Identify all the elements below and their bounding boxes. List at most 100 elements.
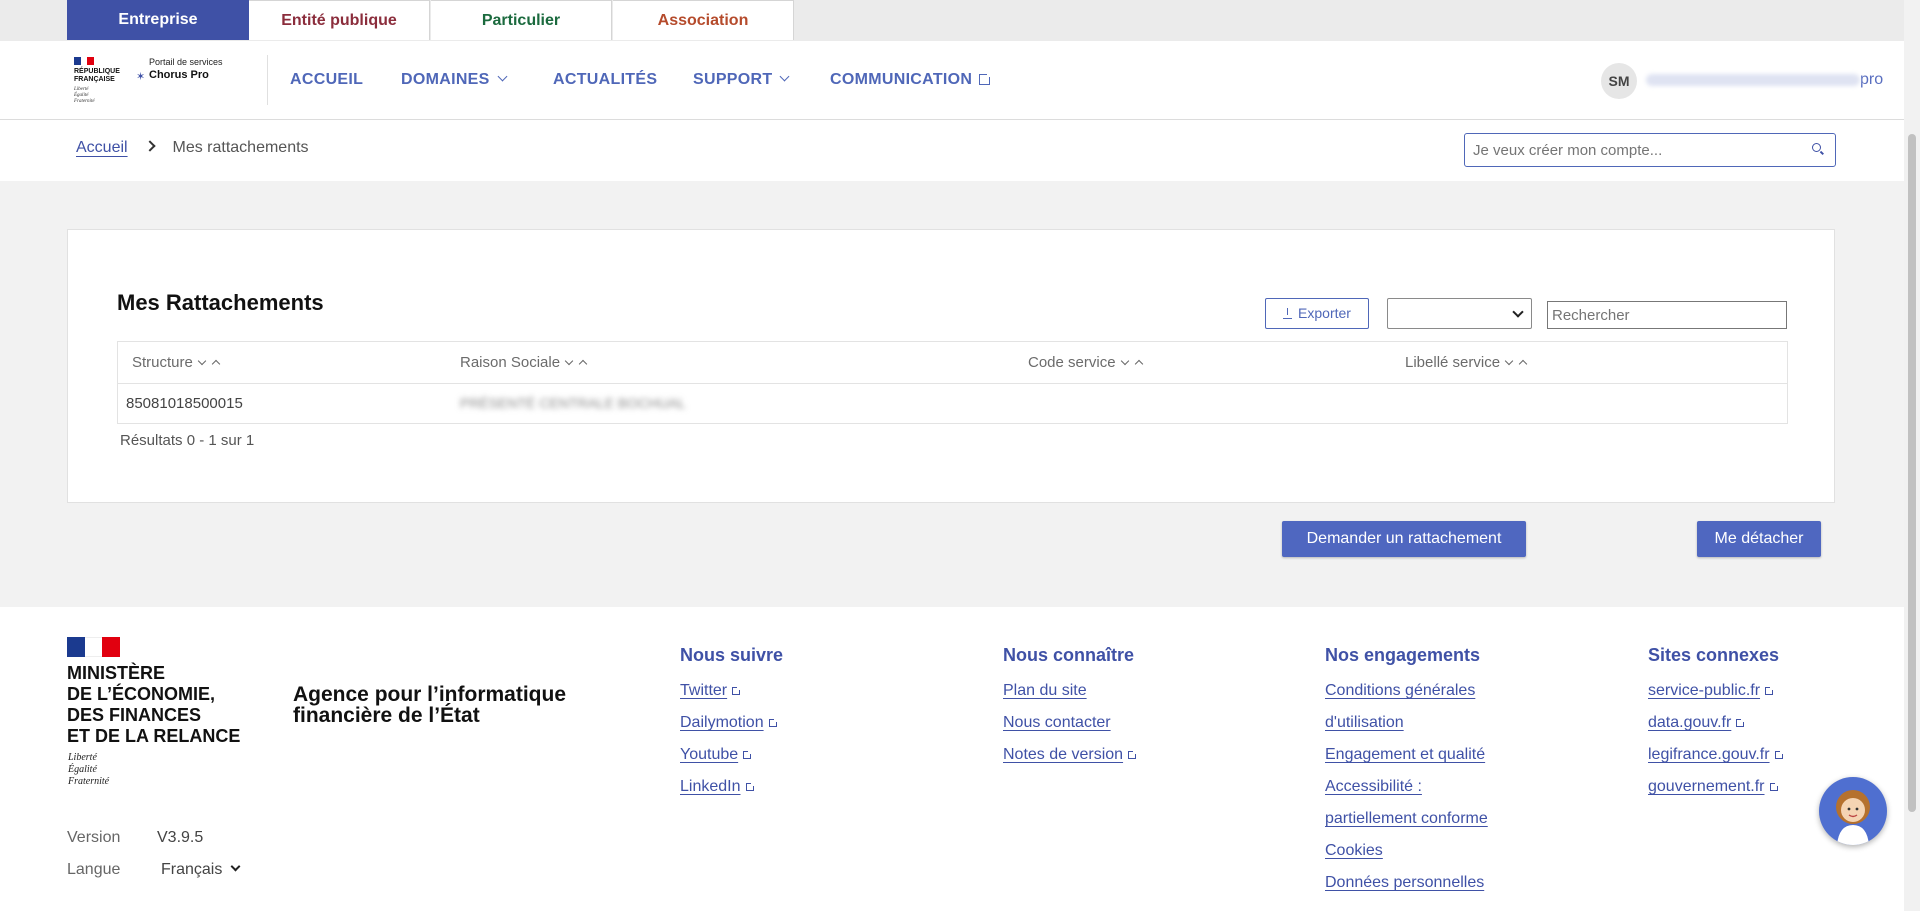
footer-heading-nous-connaitre: Nous connaître	[1003, 645, 1135, 665]
external-link-icon	[743, 750, 753, 759]
breadcrumb-current: Mes rattachements	[172, 139, 309, 156]
card-title: Mes Rattachements	[117, 290, 324, 315]
ministry-logo: MINISTÈRE DE L’ÉCONOMIE, DES FINANCES ET…	[67, 637, 267, 797]
user-avatar[interactable]: SM	[1601, 63, 1637, 99]
filter-select[interactable]	[1387, 298, 1532, 329]
chevron-down-icon	[230, 861, 241, 872]
table-row[interactable]: 85081018500015 PRÉSENTÉ CENTRALE BOCHUAL	[118, 384, 1787, 424]
sort-desc-icon[interactable]	[197, 356, 207, 366]
footer-link-notes-de-version[interactable]: Notes de version	[1003, 746, 1138, 764]
language-value: Français	[161, 861, 223, 878]
footer-link-engagement-qualite[interactable]: Engagement et qualité	[1325, 746, 1485, 764]
sort-asc-icon[interactable]	[211, 359, 221, 369]
footer-link-accessibilite-line-2[interactable]: partiellement conforme	[1325, 810, 1488, 828]
tab-entreprise[interactable]: Entreprise	[67, 0, 249, 40]
footer-link-service-public[interactable]: service-public.fr	[1648, 682, 1775, 700]
sort-desc-icon[interactable]	[564, 356, 574, 366]
external-link-icon	[979, 73, 992, 85]
link-label: Plan du site	[1003, 682, 1087, 699]
nav-domaines-label: DOMAINES	[401, 71, 490, 88]
table-search-input[interactable]	[1547, 301, 1787, 329]
external-link-icon	[732, 686, 742, 695]
col-raison-sociale-label: Raison Sociale	[460, 354, 561, 371]
footer-link-dailymotion[interactable]: Dailymotion	[680, 714, 778, 732]
external-link-icon	[1765, 686, 1775, 695]
footer-link-linkedin[interactable]: LinkedIn	[680, 778, 755, 796]
external-link-icon	[1736, 718, 1746, 727]
ministry-line-4: ET DE LA RELANCE	[67, 726, 241, 746]
footer-link-plan-du-site[interactable]: Plan du site	[1003, 682, 1087, 700]
scrollbar-thumb[interactable]	[1908, 134, 1916, 812]
results-count: Résultats 0 - 1 sur 1	[120, 432, 255, 449]
col-code-service[interactable]: Code service	[1028, 354, 1143, 371]
language-select[interactable]: Français	[161, 861, 241, 879]
link-label: Youtube	[680, 746, 739, 763]
sort-asc-icon[interactable]	[1518, 359, 1528, 369]
ministry-motto-3: Fraternité	[68, 776, 110, 787]
chevron-down-icon	[780, 71, 790, 82]
nav-communication[interactable]: COMMUNICATION	[830, 71, 992, 89]
ministry-line-1: MINISTÈRE	[67, 663, 166, 683]
site-search-input[interactable]	[1471, 139, 1795, 161]
sort-desc-icon[interactable]	[1120, 356, 1129, 366]
link-label: Dailymotion	[680, 714, 764, 731]
nav-domaines[interactable]: DOMAINES	[401, 71, 508, 89]
nav-actualites[interactable]: ACTUALITÉS	[553, 71, 657, 89]
external-link-icon	[1774, 750, 1784, 759]
rattachements-table: Structure Raison Sociale Code service Li…	[117, 341, 1788, 424]
site-search-box	[1464, 133, 1836, 167]
nav-accueil[interactable]: ACCUEIL	[290, 71, 363, 89]
footer-link-data-gouv[interactable]: data.gouv.fr	[1648, 714, 1746, 732]
footer-link-nous-contacter[interactable]: Nous contacter	[1003, 714, 1111, 732]
external-link-icon	[745, 782, 755, 791]
chevron-down-icon	[1512, 306, 1524, 318]
footer-link-accessibilite-line-1[interactable]: Accessibilité :	[1325, 778, 1422, 796]
nav-support[interactable]: SUPPORT	[693, 71, 790, 89]
tab-association[interactable]: Association	[613, 0, 794, 40]
tab-entite-publique[interactable]: Entité publique	[249, 0, 430, 40]
ministry-line-3: DES FINANCES	[67, 705, 202, 725]
cell-raison-sociale: PRÉSENTÉ CENTRALE BOCHUAL	[460, 395, 686, 411]
sort-asc-icon[interactable]	[578, 359, 588, 369]
export-button[interactable]: Exporter	[1265, 298, 1369, 329]
request-rattachement-button[interactable]: Demander un rattachement	[1282, 521, 1526, 557]
user-email-suffix: pro	[1860, 71, 1884, 88]
footer-link-cookies[interactable]: Cookies	[1325, 842, 1383, 860]
external-link-icon	[768, 718, 778, 727]
link-label: Notes de version	[1003, 746, 1124, 763]
footer-link-gouvernement[interactable]: gouvernement.fr	[1648, 778, 1779, 796]
ministry-line-2: DE L’ÉCONOMIE,	[67, 684, 216, 704]
breadcrumb-home-link[interactable]: Accueil	[76, 139, 128, 156]
table-header: Structure Raison Sociale Code service Li…	[118, 342, 1787, 384]
audience-tab-bar: Entreprise Entité publique Particulier A…	[0, 0, 1904, 41]
portal-name: Chorus Pro	[149, 69, 209, 81]
col-structure[interactable]: Structure	[132, 354, 221, 371]
assistant-avatar-icon[interactable]	[1819, 777, 1887, 845]
link-label: LinkedIn	[680, 778, 741, 795]
footer-link-donnees-personnelles[interactable]: Données personnelles	[1325, 874, 1484, 892]
marianne-flag-icon	[74, 57, 94, 65]
user-email[interactable]: pro	[1646, 71, 1883, 89]
footer-link-cgu-line-1[interactable]: Conditions générales	[1325, 682, 1475, 700]
footer-link-legifrance[interactable]: legifrance.gouv.fr	[1648, 746, 1784, 764]
header-divider	[267, 55, 268, 105]
agency-line-2: financière de l’État	[293, 704, 480, 727]
breadcrumb: Accueil Mes rattachements	[76, 139, 309, 157]
chorus-star-icon: ✶	[136, 71, 146, 83]
sort-asc-icon[interactable]	[1134, 359, 1143, 369]
footer-link-twitter[interactable]: Twitter	[680, 682, 742, 700]
tab-particulier[interactable]: Particulier	[431, 0, 612, 40]
footer-link-youtube[interactable]: Youtube	[680, 746, 753, 764]
footer-heading-nous-suivre: Nous suivre	[680, 645, 784, 665]
col-raison-sociale[interactable]: Raison Sociale	[460, 354, 588, 371]
external-link-icon	[1128, 750, 1138, 759]
link-label: Twitter	[680, 682, 728, 699]
sort-desc-icon[interactable]	[1504, 356, 1514, 366]
col-code-service-label: Code service	[1028, 354, 1116, 371]
link-label: legifrance.gouv.fr	[1648, 746, 1770, 763]
detach-button[interactable]: Me détacher	[1697, 521, 1821, 557]
footer-link-cgu-line-2[interactable]: d'utilisation	[1325, 714, 1404, 732]
republique-label: RÉPUBLIQUE FRANÇAISE	[74, 68, 120, 83]
col-libelle-service[interactable]: Libellé service	[1405, 354, 1528, 371]
site-logo[interactable]: RÉPUBLIQUE FRANÇAISE Liberté Égalité Fra…	[74, 57, 234, 105]
